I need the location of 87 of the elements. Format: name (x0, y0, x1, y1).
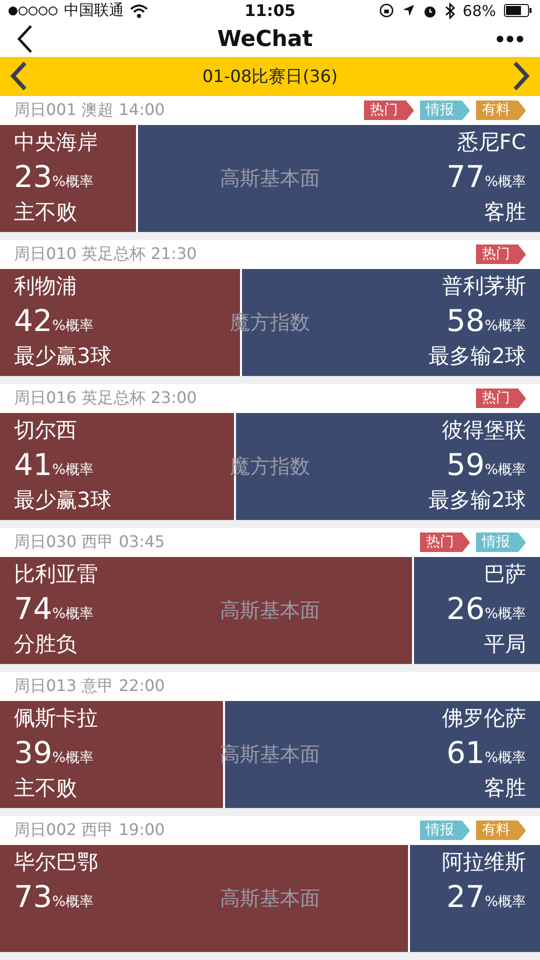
prediction-text: 最少赢3球 (14, 343, 112, 370)
probability-value: 41 (14, 448, 52, 483)
probability-unit: %概率 (52, 893, 94, 912)
prediction-text: 最多输2球 (428, 487, 526, 514)
team-name: 悉尼FC (457, 129, 526, 156)
next-day-icon[interactable] (512, 61, 530, 92)
match-tag: 热门 (476, 388, 526, 408)
prediction-text: 最少赢3球 (14, 487, 112, 514)
model-label: 高斯基本面 (220, 596, 320, 624)
back-icon[interactable] (16, 24, 34, 54)
match-header[interactable]: 周日016 英足总杯 23:00 热门 (0, 384, 540, 413)
probability-unit: %概率 (484, 749, 526, 768)
alarm-icon (422, 4, 437, 18)
prediction-text: 平局 (484, 631, 526, 658)
probability-unit: %概率 (484, 605, 526, 624)
probability-unit: %概率 (484, 173, 526, 192)
carrier-name: 中国联通 (64, 1, 124, 20)
battery-percent: 68% (462, 2, 496, 20)
probability-value: 77 (446, 160, 485, 195)
probability-value: 39 (14, 736, 52, 771)
match-tag: 有料 (476, 820, 526, 840)
probability-value: 59 (446, 448, 485, 483)
match-tag: 有料 (476, 100, 526, 120)
probability-value: 74 (14, 592, 52, 627)
team-name: 巴萨 (484, 561, 526, 588)
match-header[interactable]: 周日013 意甲 22:00 (0, 672, 540, 701)
prediction-text: 客胜 (484, 199, 526, 226)
window-title: WeChat (217, 26, 313, 52)
probability-unit: %概率 (52, 749, 94, 768)
match-tag: 热门 (364, 100, 414, 120)
clock-time: 11:05 (244, 1, 296, 20)
battery-icon (504, 4, 532, 18)
location-icon (402, 4, 415, 18)
probability-value: 23 (14, 160, 52, 195)
probability-value: 27 (446, 880, 485, 915)
match-header[interactable]: 周日010 英足总杯 21:30 热门 (0, 240, 540, 269)
match-info: 周日002 西甲 19:00 (14, 820, 166, 841)
probability-unit: %概率 (484, 893, 526, 912)
prediction-text: 分胜负 (14, 631, 77, 658)
prediction-text: 最多输2球 (428, 343, 526, 370)
probability-value: 26 (446, 592, 485, 627)
match-tag: 情报 (476, 532, 526, 552)
wifi-icon (130, 4, 148, 18)
signal-icon (8, 6, 58, 16)
probability-unit: %概率 (484, 461, 526, 480)
match-header[interactable]: 周日030 西甲 03:45 热门 情报 (0, 528, 540, 557)
probability-value: 58 (446, 304, 485, 339)
match-tag: 情报 (420, 100, 470, 120)
rotation-lock-icon (378, 3, 394, 18)
probability-unit: %概率 (484, 317, 526, 336)
match-info: 周日001 澳超 14:00 (14, 100, 166, 121)
previous-day-icon[interactable] (10, 61, 28, 92)
team-name: 佛罗伦萨 (442, 705, 526, 732)
more-icon[interactable] (496, 35, 524, 44)
probability-unit: %概率 (52, 605, 94, 624)
team-name: 普利茅斯 (442, 273, 526, 300)
prediction-text: 主不败 (14, 199, 77, 226)
prediction-text: 主不败 (14, 775, 77, 802)
match-day-label: 01-08比赛日(36) (202, 66, 338, 88)
probability-unit: %概率 (52, 317, 94, 336)
team-name: 彼得堡联 (442, 417, 526, 444)
probability-unit: %概率 (52, 173, 94, 192)
bluetooth-icon (444, 2, 455, 19)
team-name: 中央海岸 (14, 129, 98, 156)
match-info: 周日010 英足总杯 21:30 (14, 244, 198, 265)
team-name: 切尔西 (14, 417, 77, 444)
prediction-text: 客胜 (484, 775, 526, 802)
match-tag: 热门 (476, 244, 526, 264)
team-name: 佩斯卡拉 (14, 705, 98, 732)
match-tag: 热门 (420, 532, 470, 552)
team-name: 比利亚雷 (14, 561, 98, 588)
match-info: 周日030 西甲 03:45 (14, 532, 166, 553)
model-label: 高斯基本面 (220, 164, 320, 192)
probability-value: 73 (14, 880, 52, 915)
probability-unit: %概率 (52, 461, 94, 480)
probability-value: 61 (446, 736, 485, 771)
match-info: 周日013 意甲 22:00 (14, 676, 166, 697)
match-info: 周日016 英足总杯 23:00 (14, 388, 198, 409)
model-label: 高斯基本面 (220, 884, 320, 912)
match-tag: 情报 (420, 820, 470, 840)
match-header[interactable]: 周日002 西甲 19:00 情报 有料 (0, 816, 540, 845)
team-name: 毕尔巴鄂 (14, 849, 98, 876)
match-header[interactable]: 周日001 澳超 14:00 热门 情报 有料 (0, 96, 540, 125)
team-name: 阿拉维斯 (442, 849, 526, 876)
model-label: 魔方指数 (230, 308, 310, 336)
team-name: 利物浦 (14, 273, 77, 300)
probability-value: 42 (14, 304, 52, 339)
